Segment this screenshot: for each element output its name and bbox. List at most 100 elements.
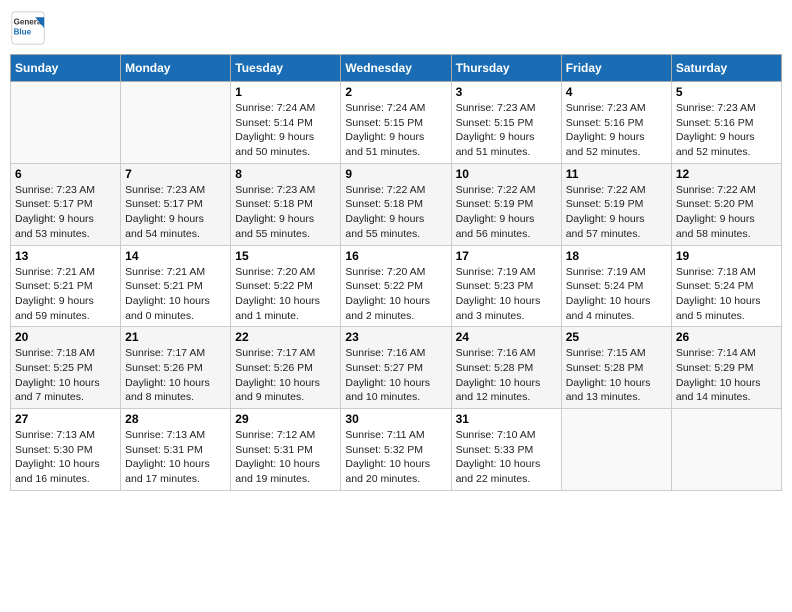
day-info: Sunrise: 7:10 AM Sunset: 5:33 PM Dayligh… <box>456 428 557 487</box>
day-info: Sunrise: 7:14 AM Sunset: 5:29 PM Dayligh… <box>676 346 777 405</box>
calendar-cell: 6 Sunrise: 7:23 AM Sunset: 5:17 PM Daylig… <box>11 163 121 245</box>
calendar-cell: 21Sunrise: 7:17 AM Sunset: 5:26 PM Dayli… <box>121 327 231 409</box>
calendar-cell: 1Sunrise: 7:24 AM Sunset: 5:14 PM Daylig… <box>231 82 341 164</box>
day-info: Sunrise: 7:19 AM Sunset: 5:24 PM Dayligh… <box>566 265 667 324</box>
day-number: 19 <box>676 249 777 263</box>
day-info: Sunrise: 7:22 AM Sunset: 5:19 PM Dayligh… <box>456 183 557 242</box>
day-info: Sunrise: 7:23 AM Sunset: 5:17 PM Dayligh… <box>15 183 116 242</box>
day-info: Sunrise: 7:23 AM Sunset: 5:16 PM Dayligh… <box>566 101 667 160</box>
day-info: Sunrise: 7:23 AM Sunset: 5:16 PM Dayligh… <box>676 101 777 160</box>
calendar-header-row: SundayMondayTuesdayWednesdayThursdayFrid… <box>11 55 782 82</box>
calendar-cell <box>671 409 781 491</box>
calendar-cell: 13 Sunrise: 7:21 AM Sunset: 5:21 PM Dayli… <box>11 245 121 327</box>
day-number: 18 <box>566 249 667 263</box>
logo: General Blue <box>10 10 46 46</box>
day-number: 13 <box>15 249 116 263</box>
day-number: 12 <box>676 167 777 181</box>
day-info: Sunrise: 7:20 AM Sunset: 5:22 PM Dayligh… <box>345 265 446 324</box>
calendar-cell: 10 Sunrise: 7:22 AM Sunset: 5:19 PM Dayli… <box>451 163 561 245</box>
day-number: 29 <box>235 412 336 426</box>
day-number: 21 <box>125 330 226 344</box>
day-of-week-header: Sunday <box>11 55 121 82</box>
calendar-cell: 20Sunrise: 7:18 AM Sunset: 5:25 PM Dayli… <box>11 327 121 409</box>
calendar-cell: 18 Sunrise: 7:19 AM Sunset: 5:24 PM Dayli… <box>561 245 671 327</box>
day-number: 16 <box>345 249 446 263</box>
day-number: 1 <box>235 85 336 99</box>
day-number: 8 <box>235 167 336 181</box>
day-number: 25 <box>566 330 667 344</box>
day-number: 3 <box>456 85 557 99</box>
day-info: Sunrise: 7:24 AM Sunset: 5:15 PM Dayligh… <box>345 101 446 160</box>
calendar-cell: 9Sunrise: 7:22 AM Sunset: 5:18 PM Daylig… <box>341 163 451 245</box>
logo-icon: General Blue <box>10 10 46 46</box>
day-number: 23 <box>345 330 446 344</box>
day-of-week-header: Tuesday <box>231 55 341 82</box>
day-info: Sunrise: 7:15 AM Sunset: 5:28 PM Dayligh… <box>566 346 667 405</box>
day-info: Sunrise: 7:16 AM Sunset: 5:27 PM Dayligh… <box>345 346 446 405</box>
day-of-week-header: Saturday <box>671 55 781 82</box>
day-info: Sunrise: 7:23 AM Sunset: 5:17 PM Dayligh… <box>125 183 226 242</box>
calendar-cell: 22 Sunrise: 7:17 AM Sunset: 5:26 PM Dayli… <box>231 327 341 409</box>
calendar-cell: 14Sunrise: 7:21 AM Sunset: 5:21 PM Dayli… <box>121 245 231 327</box>
day-info: Sunrise: 7:18 AM Sunset: 5:25 PM Dayligh… <box>15 346 116 405</box>
calendar-week-row: 1Sunrise: 7:24 AM Sunset: 5:14 PM Daylig… <box>11 82 782 164</box>
day-number: 6 <box>15 167 116 181</box>
calendar-cell: 24 Sunrise: 7:16 AM Sunset: 5:28 PM Dayli… <box>451 327 561 409</box>
day-of-week-header: Thursday <box>451 55 561 82</box>
day-number: 11 <box>566 167 667 181</box>
calendar-cell: 2 Sunrise: 7:24 AM Sunset: 5:15 PM Daylig… <box>341 82 451 164</box>
calendar-cell: 19Sunrise: 7:18 AM Sunset: 5:24 PM Dayli… <box>671 245 781 327</box>
day-of-week-header: Monday <box>121 55 231 82</box>
day-number: 10 <box>456 167 557 181</box>
day-info: Sunrise: 7:21 AM Sunset: 5:21 PM Dayligh… <box>15 265 116 324</box>
svg-text:Blue: Blue <box>14 27 32 36</box>
calendar-week-row: 27 Sunrise: 7:13 AM Sunset: 5:30 PM Dayli… <box>11 409 782 491</box>
calendar-week-row: 20Sunrise: 7:18 AM Sunset: 5:25 PM Dayli… <box>11 327 782 409</box>
day-info: Sunrise: 7:12 AM Sunset: 5:31 PM Dayligh… <box>235 428 336 487</box>
calendar-cell: 30 Sunrise: 7:11 AM Sunset: 5:32 PM Dayli… <box>341 409 451 491</box>
calendar-week-row: 13 Sunrise: 7:21 AM Sunset: 5:21 PM Dayli… <box>11 245 782 327</box>
calendar-cell: 7Sunrise: 7:23 AM Sunset: 5:17 PM Daylig… <box>121 163 231 245</box>
day-number: 26 <box>676 330 777 344</box>
calendar-table: SundayMondayTuesdayWednesdayThursdayFrid… <box>10 54 782 491</box>
day-info: Sunrise: 7:23 AM Sunset: 5:15 PM Dayligh… <box>456 101 557 160</box>
day-info: Sunrise: 7:13 AM Sunset: 5:30 PM Dayligh… <box>15 428 116 487</box>
day-number: 4 <box>566 85 667 99</box>
day-info: Sunrise: 7:11 AM Sunset: 5:32 PM Dayligh… <box>345 428 446 487</box>
calendar-cell: 23 Sunrise: 7:16 AM Sunset: 5:27 PM Dayli… <box>341 327 451 409</box>
day-info: Sunrise: 7:17 AM Sunset: 5:26 PM Dayligh… <box>235 346 336 405</box>
day-number: 22 <box>235 330 336 344</box>
day-number: 27 <box>15 412 116 426</box>
calendar-cell: 29 Sunrise: 7:12 AM Sunset: 5:31 PM Dayli… <box>231 409 341 491</box>
day-info: Sunrise: 7:16 AM Sunset: 5:28 PM Dayligh… <box>456 346 557 405</box>
calendar-cell: 8 Sunrise: 7:23 AM Sunset: 5:18 PM Daylig… <box>231 163 341 245</box>
day-of-week-header: Friday <box>561 55 671 82</box>
day-number: 24 <box>456 330 557 344</box>
calendar-cell: 11 Sunrise: 7:22 AM Sunset: 5:19 PM Dayli… <box>561 163 671 245</box>
calendar-cell <box>121 82 231 164</box>
day-info: Sunrise: 7:22 AM Sunset: 5:18 PM Dayligh… <box>345 183 446 242</box>
day-info: Sunrise: 7:22 AM Sunset: 5:20 PM Dayligh… <box>676 183 777 242</box>
day-number: 5 <box>676 85 777 99</box>
day-of-week-header: Wednesday <box>341 55 451 82</box>
calendar-cell <box>561 409 671 491</box>
day-number: 15 <box>235 249 336 263</box>
day-info: Sunrise: 7:22 AM Sunset: 5:19 PM Dayligh… <box>566 183 667 242</box>
calendar-cell: 16 Sunrise: 7:20 AM Sunset: 5:22 PM Dayli… <box>341 245 451 327</box>
calendar-cell: 12 Sunrise: 7:22 AM Sunset: 5:20 PM Dayli… <box>671 163 781 245</box>
page-header: General Blue <box>10 10 782 46</box>
calendar-cell: 28Sunrise: 7:13 AM Sunset: 5:31 PM Dayli… <box>121 409 231 491</box>
calendar-cell: 25 Sunrise: 7:15 AM Sunset: 5:28 PM Dayli… <box>561 327 671 409</box>
calendar-cell: 17 Sunrise: 7:19 AM Sunset: 5:23 PM Dayli… <box>451 245 561 327</box>
day-number: 17 <box>456 249 557 263</box>
day-info: Sunrise: 7:19 AM Sunset: 5:23 PM Dayligh… <box>456 265 557 324</box>
day-info: Sunrise: 7:13 AM Sunset: 5:31 PM Dayligh… <box>125 428 226 487</box>
day-number: 2 <box>345 85 446 99</box>
day-info: Sunrise: 7:23 AM Sunset: 5:18 PM Dayligh… <box>235 183 336 242</box>
day-number: 14 <box>125 249 226 263</box>
calendar-cell: 31Sunrise: 7:10 AM Sunset: 5:33 PM Dayli… <box>451 409 561 491</box>
calendar-cell: 5 Sunrise: 7:23 AM Sunset: 5:16 PM Daylig… <box>671 82 781 164</box>
calendar-cell: 15Sunrise: 7:20 AM Sunset: 5:22 PM Dayli… <box>231 245 341 327</box>
day-number: 30 <box>345 412 446 426</box>
calendar-cell: 26 Sunrise: 7:14 AM Sunset: 5:29 PM Dayli… <box>671 327 781 409</box>
